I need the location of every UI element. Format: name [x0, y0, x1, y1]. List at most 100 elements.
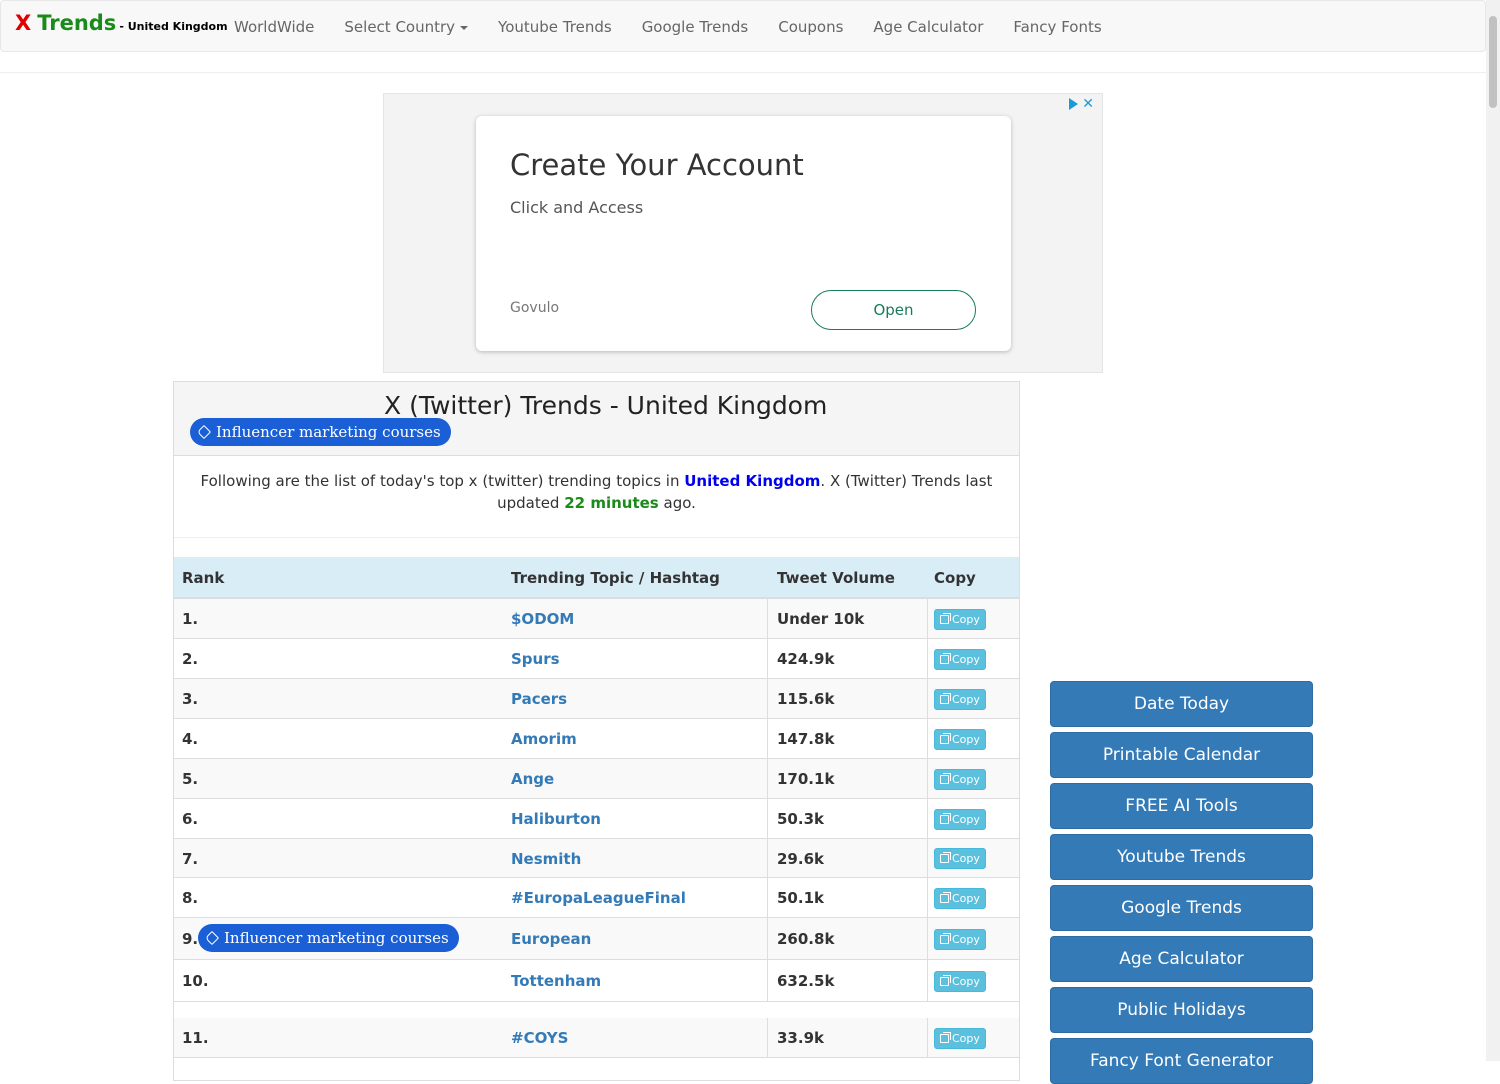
intro-country-link[interactable]: United Kingdom — [684, 472, 820, 490]
copy-label: Copy — [952, 732, 980, 746]
copy-button[interactable]: Copy — [934, 728, 986, 750]
sidebar-age-calculator[interactable]: Age Calculator — [1050, 936, 1313, 982]
copy-label: Copy — [952, 891, 980, 905]
copy-button[interactable]: Copy — [934, 887, 986, 909]
tweet-volume: 115.6k — [777, 690, 835, 708]
trend-topic-link[interactable]: Ange — [511, 759, 554, 799]
header-copy: Copy — [934, 569, 976, 587]
ad-advertiser: Govulo — [510, 300, 560, 316]
nav-coupons[interactable]: Coupons — [763, 18, 858, 36]
trend-topic-link[interactable]: #EuropaLeagueFinal — [511, 878, 686, 918]
rank-cell: 6. — [182, 810, 199, 828]
tweet-volume: 147.8k — [777, 730, 835, 748]
brand-trends: Trends — [37, 11, 117, 35]
copy-button[interactable]: Copy — [934, 848, 986, 869]
tweet-volume: 33.9k — [777, 1029, 824, 1047]
trend-topic-link[interactable]: Amorim — [511, 719, 577, 759]
nav-links: WorldWide Select Country Youtube Trends … — [219, 1, 1117, 53]
column-divider — [927, 799, 928, 839]
copy-cell: Copy — [934, 1018, 986, 1058]
sponsored-link-label: Influencer marketing courses — [224, 929, 449, 947]
copy-button[interactable]: Copy — [934, 970, 986, 992]
copy-button[interactable]: Copy — [934, 648, 986, 670]
copy-icon — [940, 732, 951, 744]
table-row: 1. $ODOM Under 10k Copy — [174, 599, 1019, 639]
header-rank: Rank — [182, 569, 225, 587]
close-icon[interactable]: ✕ — [1082, 96, 1094, 112]
sidebar-printable-calendar[interactable]: Printable Calendar — [1050, 732, 1313, 778]
trend-topic-link[interactable]: #COYS — [511, 1018, 568, 1058]
sponsored-link-pill[interactable]: Influencer marketing courses — [190, 418, 451, 446]
sidebar-fancy-font-generator[interactable]: Fancy Font Generator — [1050, 1038, 1313, 1084]
tweet-volume: 50.1k — [777, 889, 824, 907]
ad-card[interactable]: Create Your Account Click and Access Gov… — [476, 116, 1011, 351]
ad-open-button[interactable]: Open — [811, 290, 976, 330]
column-divider — [767, 878, 768, 918]
adchoices-icon[interactable] — [1069, 98, 1079, 110]
copy-icon — [940, 652, 951, 664]
copy-button[interactable]: Copy — [934, 1027, 986, 1049]
intro-text: Following are the list of today's top x … — [174, 470, 1019, 514]
trend-topic-link[interactable]: Spurs — [511, 639, 560, 679]
page-scrollbar[interactable] — [1486, 0, 1500, 1061]
top-navbar: X Trends - United Kingdom WorldWide Sele… — [0, 0, 1486, 52]
rank-cell: 2. — [182, 650, 199, 668]
trend-topic-link[interactable]: $ODOM — [511, 599, 574, 639]
copy-icon — [940, 612, 951, 624]
table-row: 3. Pacers 115.6k Copy — [174, 679, 1019, 719]
copy-label: Copy — [952, 652, 980, 666]
trend-topic-link[interactable]: European — [511, 918, 591, 960]
tag-icon — [196, 424, 212, 440]
nav-select-country[interactable]: Select Country — [329, 18, 483, 36]
sponsored-link-pill[interactable]: Influencer marketing courses — [198, 924, 459, 952]
table-row: 5. Ange 170.1k Copy — [174, 759, 1019, 799]
nav-fancy-fonts[interactable]: Fancy Fonts — [998, 18, 1116, 36]
copy-button[interactable]: Copy — [934, 928, 986, 950]
table-row: 9. Influencer marketing courses European 26… — [174, 918, 1019, 960]
copy-button[interactable]: Copy — [934, 808, 986, 830]
caret-down-icon — [460, 25, 469, 30]
sidebar-public-holidays[interactable]: Public Holidays — [1050, 987, 1313, 1033]
trend-topic-link[interactable]: Tottenham — [511, 960, 601, 1002]
copy-icon — [940, 772, 951, 784]
column-divider — [927, 918, 928, 960]
sidebar-free-ai-tools[interactable]: FREE AI Tools — [1050, 783, 1313, 829]
copy-label: Copy — [952, 932, 980, 946]
column-divider — [767, 679, 768, 719]
table-row: 6. Haliburton 50.3k Copy — [174, 799, 1019, 839]
rank-cell: 8. — [182, 889, 199, 907]
copy-button[interactable]: Copy — [934, 688, 986, 710]
column-divider — [767, 599, 768, 639]
rank-cell: 10. — [182, 972, 209, 990]
site-logo[interactable]: X Trends - United Kingdom — [15, 11, 228, 35]
column-divider — [927, 960, 928, 1002]
nav-google-trends[interactable]: Google Trends — [627, 18, 764, 36]
ad-title: Create Your Account — [510, 148, 804, 182]
column-divider — [767, 960, 768, 1002]
brand-x: X — [15, 11, 32, 35]
trend-topic-link[interactable]: Haliburton — [511, 799, 601, 839]
rank-cell: 4. — [182, 730, 199, 748]
copy-cell: Copy — [934, 639, 986, 679]
nav-worldwide[interactable]: WorldWide — [219, 18, 329, 36]
copy-cell: Copy — [934, 839, 986, 878]
brand-country: - United Kingdom — [119, 20, 228, 33]
column-divider — [767, 799, 768, 839]
sidebar-date-today[interactable]: Date Today — [1050, 681, 1313, 727]
sidebar-google-trends[interactable]: Google Trends — [1050, 885, 1313, 931]
tweet-volume: 260.8k — [777, 930, 835, 948]
header-topic: Trending Topic / Hashtag — [511, 569, 720, 587]
trend-topic-link[interactable]: Nesmith — [511, 839, 581, 878]
copy-button[interactable]: Copy — [934, 768, 986, 790]
copy-icon — [940, 891, 951, 903]
table-row: 2. Spurs 424.9k Copy — [174, 639, 1019, 679]
trend-topic-link[interactable]: Pacers — [511, 679, 567, 719]
column-divider — [767, 719, 768, 759]
column-divider — [767, 639, 768, 679]
nav-youtube-trends[interactable]: Youtube Trends — [483, 18, 627, 36]
scrollbar-thumb[interactable] — [1489, 16, 1497, 108]
last-updated: 22 minutes — [564, 494, 659, 512]
copy-button[interactable]: Copy — [934, 608, 986, 630]
sidebar-youtube-trends[interactable]: Youtube Trends — [1050, 834, 1313, 880]
nav-age-calculator[interactable]: Age Calculator — [858, 18, 998, 36]
